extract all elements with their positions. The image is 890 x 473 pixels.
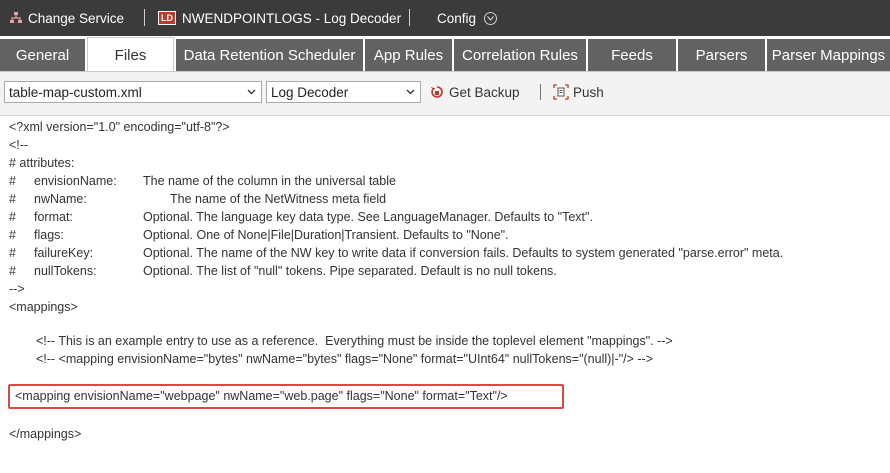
tab-label: App Rules [373, 47, 444, 64]
code-line: <?xml version="1.0" encoding="utf-8"?> [9, 120, 230, 134]
config-label: Config [437, 10, 477, 26]
file-select[interactable]: table-map-custom.xml [4, 81, 262, 103]
backup-icon [431, 86, 443, 98]
log-decoder-badge-icon: LD [158, 11, 176, 25]
code-line: <!-- This is an example entry to use as … [36, 334, 673, 348]
tab-label: Feeds [611, 47, 653, 64]
service-name[interactable]: LD NWENDPOINTLOGS - Log Decoder [158, 0, 401, 36]
service-select[interactable]: Log Decoder [266, 81, 421, 103]
code-line-key: nullTokens: [34, 264, 97, 278]
tab-bar: General Files Data Retention Scheduler A… [0, 36, 890, 72]
divider [540, 84, 541, 100]
tab-data-retention-scheduler[interactable]: Data Retention Scheduler [176, 39, 363, 72]
code-line: --> [9, 282, 25, 296]
xml-editor[interactable]: <?xml version="1.0" encoding="utf-8"?> <… [0, 116, 890, 473]
code-line-key: envisionName: [34, 174, 117, 188]
code-line-desc: Optional. The name of the NW key to writ… [143, 246, 784, 260]
code-line: <!-- <mapping envisionName="bytes" nwNam… [36, 352, 654, 366]
code-line: </mappings> [9, 427, 82, 441]
tab-label: Files [114, 46, 147, 64]
get-backup-label: Get Backup [449, 84, 520, 100]
tab-correlation-rules[interactable]: Correlation Rules [454, 39, 586, 72]
tab-feeds[interactable]: Feeds [588, 39, 676, 72]
code-line-key: format: [34, 210, 73, 224]
code-line-key: failureKey: [34, 246, 94, 260]
push-icon [553, 84, 569, 100]
code-line-desc: Optional. One of None|File|Duration|Tran… [143, 228, 509, 242]
code-line: <mappings> [9, 300, 78, 314]
code-line-desc: Optional. The list of "null" tokens. Pip… [143, 264, 557, 278]
hierarchy-icon [10, 12, 22, 23]
code-line-desc: The name of the column in the universal … [143, 174, 396, 188]
tab-label: Parsers [695, 47, 748, 64]
config-menu[interactable]: Config [437, 0, 498, 36]
code-line-hash: # [9, 264, 16, 278]
top-bar: Change Service LD NWENDPOINTLOGS - Log D… [0, 0, 890, 36]
service-name-label: NWENDPOINTLOGS - Log Decoder [182, 10, 402, 26]
code-line: <!-- [9, 138, 29, 152]
code-line-key: nwName: [34, 192, 87, 206]
push-label: Push [573, 84, 604, 100]
tab-label: Data Retention Scheduler [183, 47, 356, 64]
code-line-hash: # [9, 174, 16, 188]
code-line-hash: # [9, 246, 16, 260]
chevron-down-icon [484, 11, 498, 25]
code-line-hash: # [9, 228, 16, 242]
code-line-key: flags: [34, 228, 64, 242]
code-line-hash: # [9, 210, 16, 224]
change-service-label: Change Service [28, 10, 125, 26]
push-button[interactable]: Push [553, 82, 604, 102]
code-line: # attributes: [9, 156, 75, 170]
get-backup-button[interactable]: Get Backup [430, 82, 520, 102]
code-line-highlighted: <mapping envisionName="webpage" nwName="… [15, 389, 508, 403]
code-line-desc: The name of the NetWitness meta field [170, 192, 387, 206]
service-select-value: Log Decoder [271, 84, 349, 100]
tab-files[interactable]: Files [87, 37, 174, 72]
tab-parser-mappings[interactable]: Parser Mappings [767, 39, 890, 72]
code-line-desc: Optional. The language key data type. Se… [143, 210, 593, 224]
toolbar: table-map-custom.xml Log Decoder Get Bac… [0, 72, 890, 116]
tab-label: General [15, 47, 70, 64]
tab-general[interactable]: General [0, 39, 85, 72]
tab-label: Parser Mappings [771, 47, 886, 64]
chevron-down-icon [247, 89, 256, 95]
tab-app-rules[interactable]: App Rules [365, 39, 452, 72]
divider [144, 9, 145, 26]
code-line-hash: # [9, 192, 16, 206]
divider [409, 9, 410, 26]
tab-parsers[interactable]: Parsers [678, 39, 765, 72]
file-select-value: table-map-custom.xml [9, 84, 142, 100]
change-service-button[interactable]: Change Service [9, 0, 124, 36]
chevron-down-icon [406, 89, 415, 95]
tab-label: Correlation Rules [462, 47, 578, 64]
